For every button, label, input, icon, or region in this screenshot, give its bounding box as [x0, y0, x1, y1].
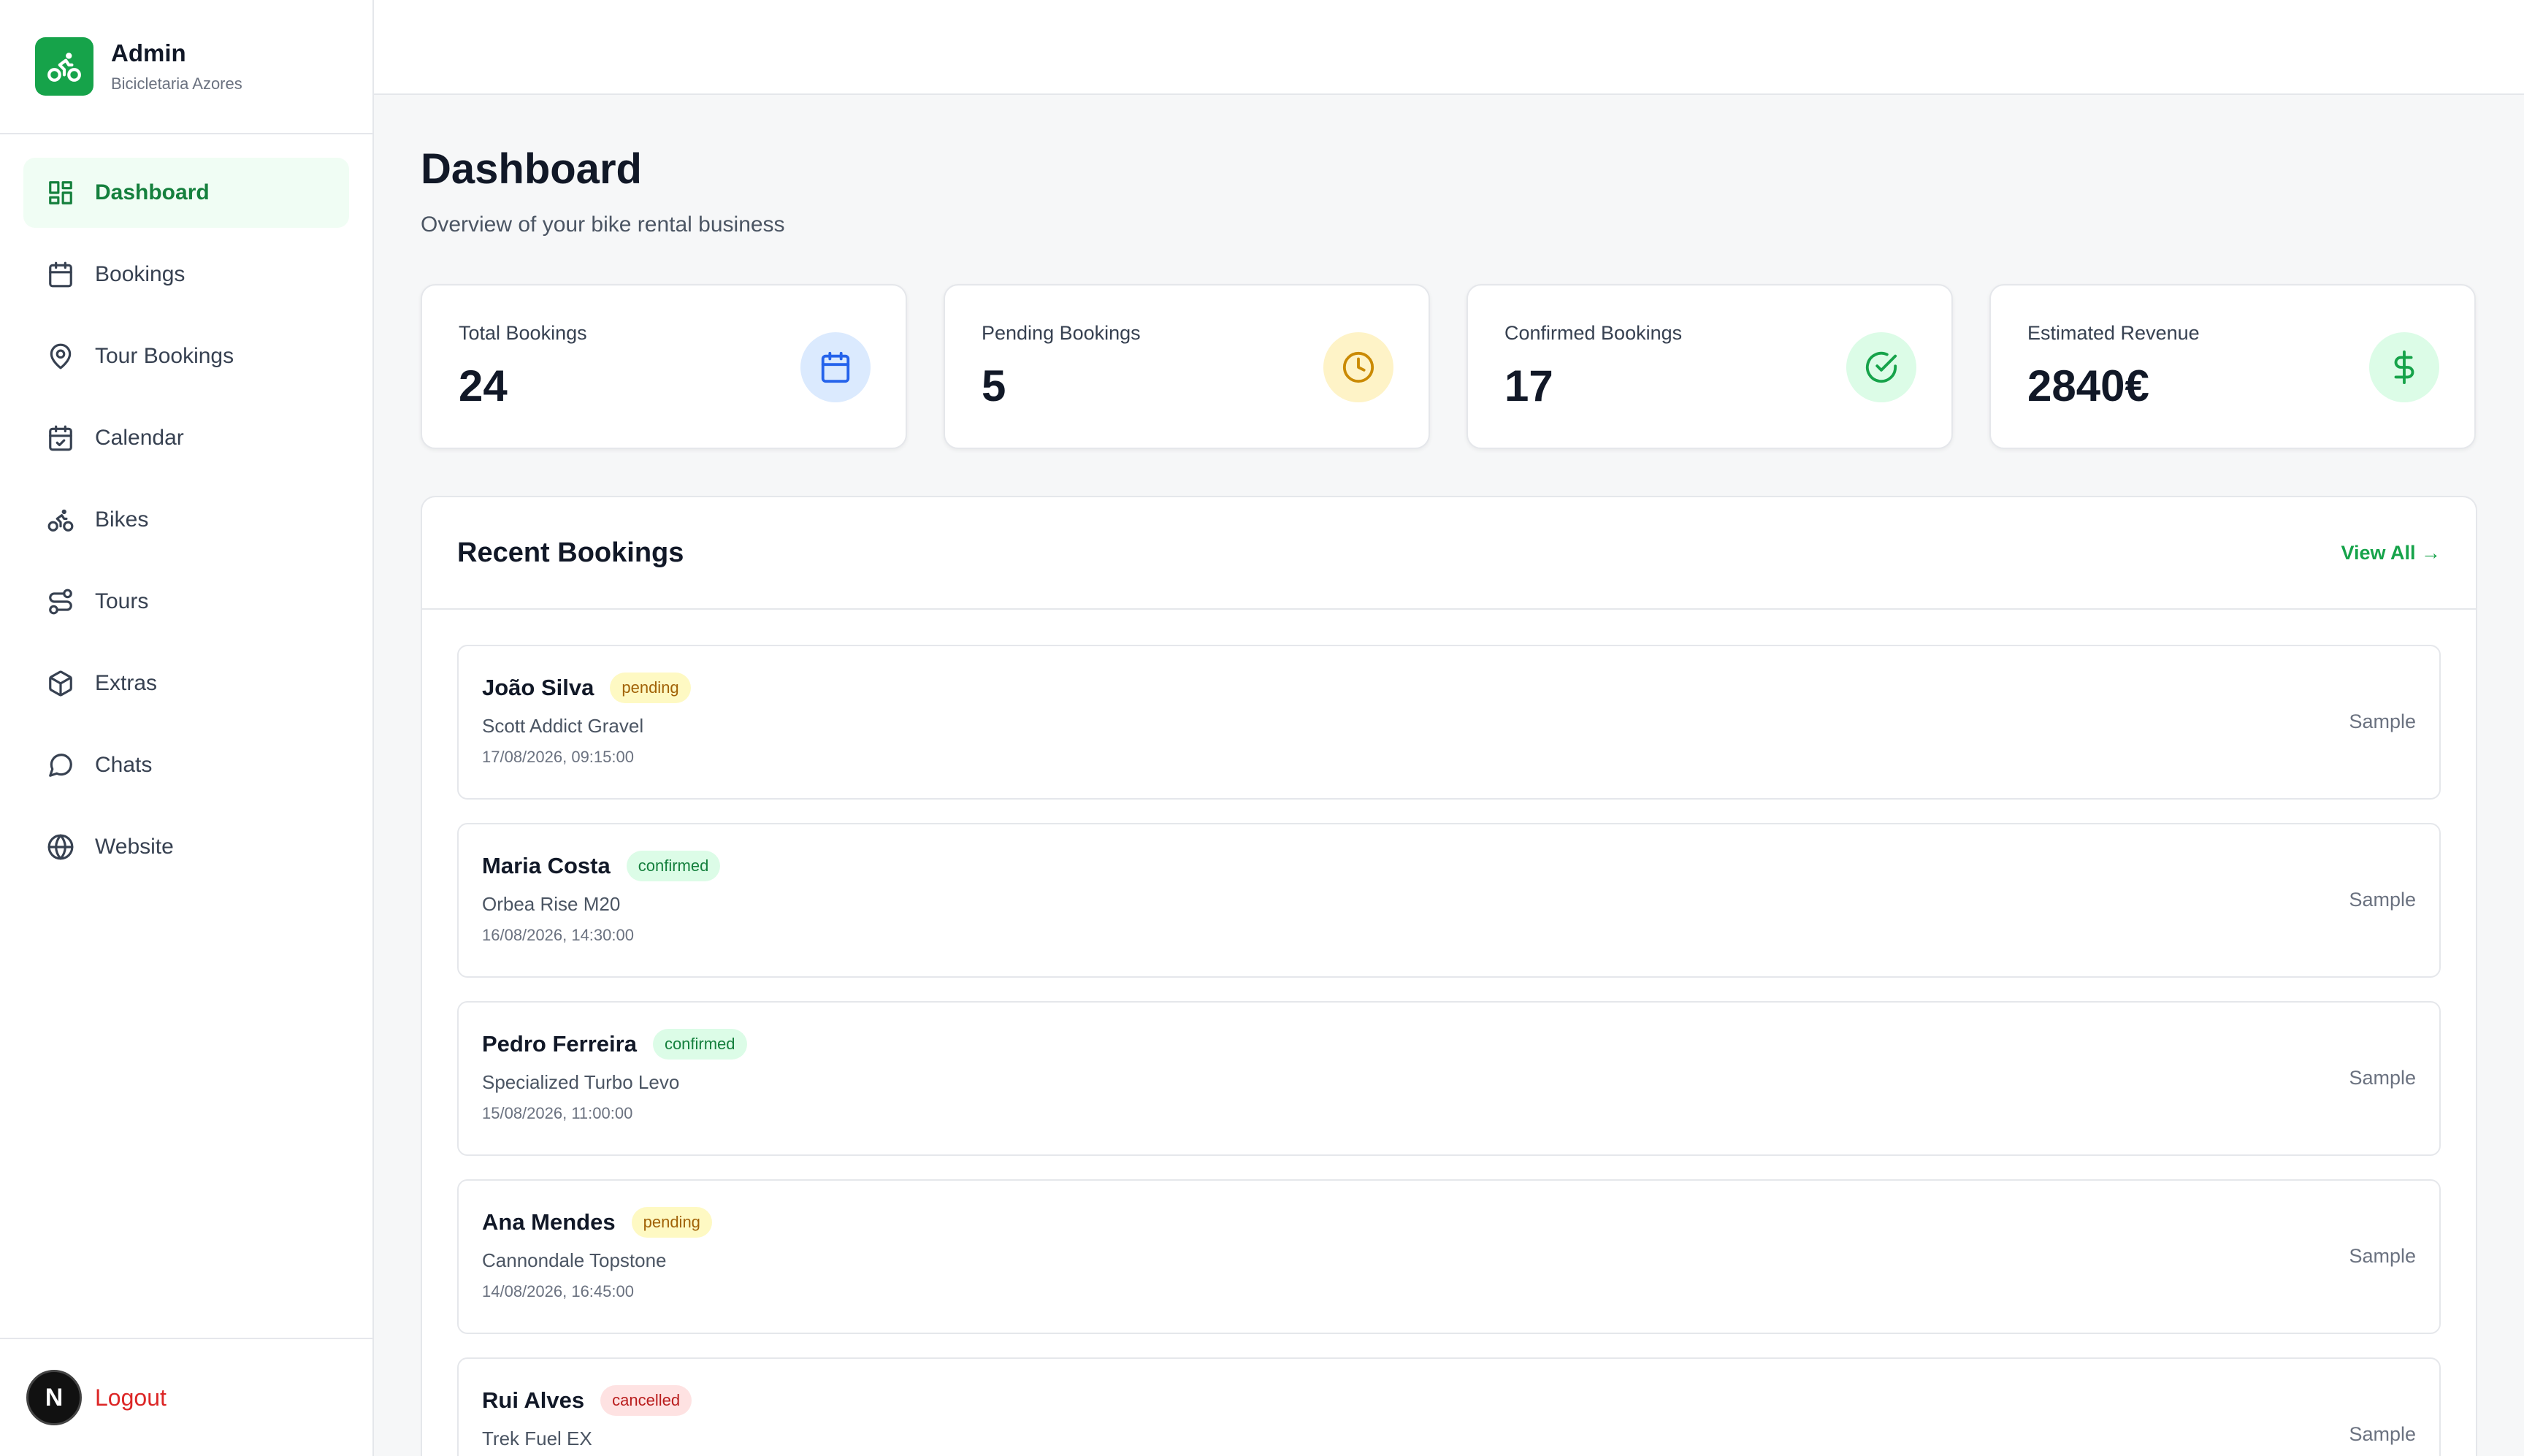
brand-subtitle: Bicicletaria Azores: [111, 74, 242, 93]
status-badge: confirmed: [626, 851, 721, 881]
panel-header: Recent Bookings View All →: [422, 497, 2476, 610]
logout-button[interactable]: Logout: [95, 1384, 167, 1411]
sidebar-item-label: Bookings: [95, 262, 186, 286]
top-bar: [374, 0, 2524, 95]
status-badge: pending: [631, 1207, 712, 1238]
status-badge: confirmed: [652, 1029, 747, 1060]
main-content: Dashboard Overview of your bike rental b…: [421, 95, 2477, 1456]
sidebar-item-calendar[interactable]: Calendar: [23, 403, 349, 473]
clock-icon: [1323, 332, 1393, 402]
sidebar-item-label: Tours: [95, 589, 149, 613]
route-icon: [47, 588, 74, 616]
booking-source: Sample: [2349, 889, 2416, 911]
sidebar-item-label: Calendar: [95, 426, 184, 450]
bike-name: Specialized Turbo Levo: [482, 1071, 680, 1093]
booking-source: Sample: [2349, 710, 2416, 732]
booking-source: Sample: [2349, 1245, 2416, 1267]
status-badge: cancelled: [600, 1385, 692, 1416]
stat-card-pending-bookings: Pending Bookings 5: [944, 284, 1430, 449]
recent-bookings-panel: Recent Bookings View All → João Silva pe…: [421, 496, 2477, 1456]
bike-name: Trek Fuel EX: [482, 1428, 592, 1449]
panel-title: Recent Bookings: [457, 537, 684, 568]
page-subtitle: Overview of your bike rental business: [421, 212, 785, 237]
map-pin-icon: [47, 342, 74, 370]
bicycle-icon: [35, 37, 93, 96]
stat-card-confirmed-bookings: Confirmed Bookings 17: [1466, 284, 1953, 449]
sidebar-item-label: Dashboard: [95, 180, 210, 204]
sidebar-item-bikes[interactable]: Bikes: [23, 485, 349, 555]
stat-card-estimated-revenue: Estimated Revenue 2840€: [1989, 284, 2476, 449]
calendar-check-icon: [47, 424, 74, 452]
booking-row[interactable]: João Silva pending Scott Addict Gravel 1…: [457, 645, 2441, 800]
booking-row[interactable]: Pedro Ferreira confirmed Specialized Tur…: [457, 1001, 2441, 1156]
booking-row[interactable]: Maria Costa confirmed Orbea Rise M20 16/…: [457, 823, 2441, 978]
customer-name: Rui Alves: [482, 1387, 585, 1413]
check-circle-icon: [1846, 332, 1916, 402]
calendar-icon: [47, 261, 74, 288]
layout-grid-icon: [47, 179, 74, 207]
customer-name: Maria Costa: [482, 853, 611, 878]
bike-name: Scott Addict Gravel: [482, 715, 644, 737]
dev-tools-badge[interactable]: N: [26, 1370, 82, 1425]
bike-name: Cannondale Topstone: [482, 1249, 667, 1271]
status-badge: pending: [610, 673, 691, 703]
box-icon: [47, 670, 74, 697]
booking-row[interactable]: Ana Mendes pending Cannondale Topstone 1…: [457, 1179, 2441, 1334]
booking-date: 15/08/2026, 11:00:00: [482, 1104, 633, 1122]
sidebar-item-label: Tour Bookings: [95, 344, 234, 368]
brand-header: Admin Bicicletaria Azores: [0, 0, 372, 134]
globe-icon: [47, 833, 74, 861]
sidebar-item-dashboard[interactable]: Dashboard: [23, 158, 349, 228]
booking-source: Sample: [2349, 1423, 2416, 1445]
sidebar: Admin Bicicletaria Azores Dashboard Book…: [0, 0, 374, 1456]
sidebar-item-bookings[interactable]: Bookings: [23, 240, 349, 310]
booking-date: 16/08/2026, 14:30:00: [482, 926, 634, 944]
message-circle-icon: [47, 751, 74, 779]
dollar-icon: [2369, 332, 2439, 402]
sidebar-nav: Dashboard Bookings Tour Bookings Calenda…: [0, 134, 372, 882]
logout-label: Logout: [95, 1384, 167, 1411]
view-all-link[interactable]: View All →: [2341, 542, 2441, 564]
calendar-icon: [800, 332, 871, 402]
sidebar-item-extras[interactable]: Extras: [23, 648, 349, 719]
sidebar-item-website[interactable]: Website: [23, 812, 349, 882]
sidebar-item-tours[interactable]: Tours: [23, 567, 349, 637]
sidebar-item-label: Chats: [95, 753, 153, 777]
brand-title: Admin: [111, 39, 186, 66]
booking-row[interactable]: Rui Alves cancelled Trek Fuel EX Sample: [457, 1357, 2441, 1456]
customer-name: Pedro Ferreira: [482, 1031, 637, 1057]
booking-source: Sample: [2349, 1067, 2416, 1089]
stat-card-total-bookings: Total Bookings 24: [421, 284, 907, 449]
booking-date: 14/08/2026, 16:45:00: [482, 1282, 634, 1300]
sidebar-footer: N Logout: [0, 1338, 372, 1456]
page-title: Dashboard: [421, 145, 642, 193]
customer-name: João Silva: [482, 675, 594, 700]
bike-name: Orbea Rise M20: [482, 893, 621, 915]
sidebar-item-chats[interactable]: Chats: [23, 730, 349, 800]
sidebar-item-tour-bookings[interactable]: Tour Bookings: [23, 321, 349, 391]
app-root: Admin Bicicletaria Azores Dashboard Book…: [0, 0, 2524, 1456]
bike-icon: [47, 506, 74, 534]
customer-name: Ana Mendes: [482, 1209, 616, 1235]
sidebar-item-label: Bikes: [95, 507, 149, 532]
stats-row: Total Bookings 24 Pending Bookings 5 Con…: [421, 284, 2477, 449]
booking-date: 17/08/2026, 09:15:00: [482, 748, 634, 766]
sidebar-item-label: Website: [95, 835, 174, 859]
booking-list: João Silva pending Scott Addict Gravel 1…: [422, 610, 2476, 1456]
sidebar-item-label: Extras: [95, 671, 158, 695]
